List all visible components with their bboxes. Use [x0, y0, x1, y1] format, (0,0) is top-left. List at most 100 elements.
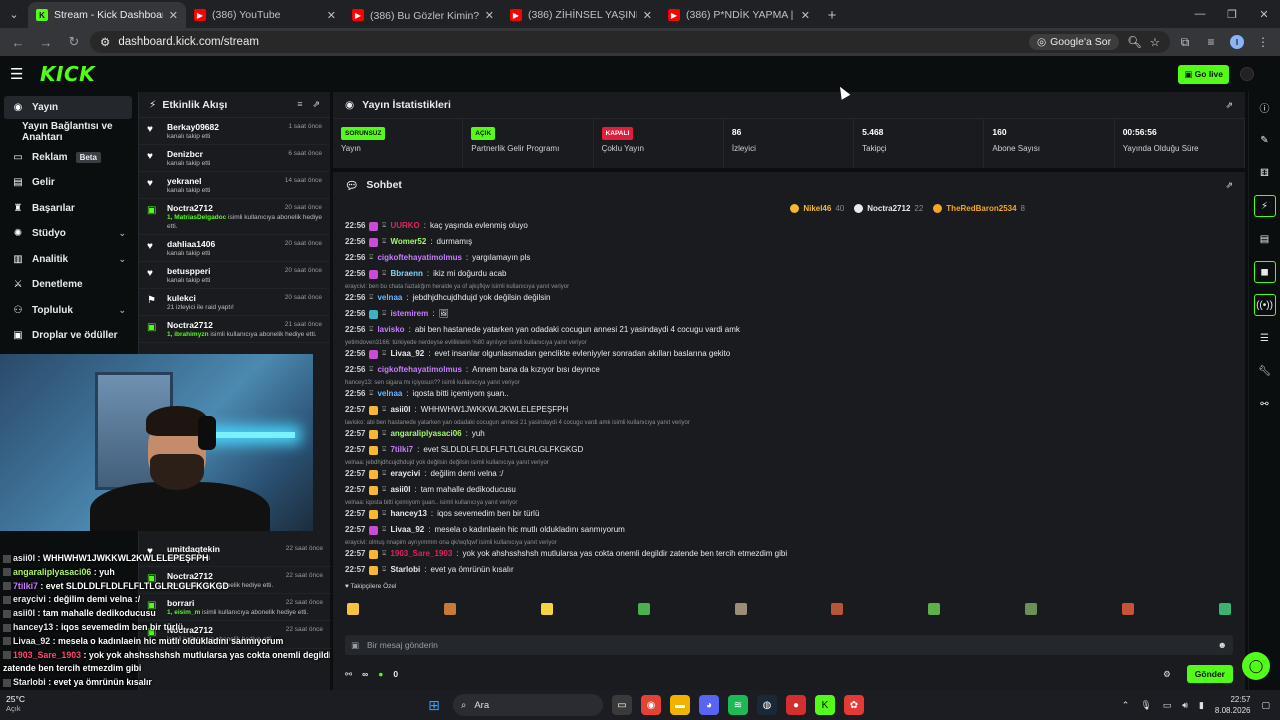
chat-message[interactable]: 22:57 ⌛︎ 1903_Sare_1903: yok yok ahshsshshs… — [345, 546, 1233, 562]
profile-avatar[interactable]: I — [1226, 31, 1248, 53]
close-window-icon[interactable]: ✕ — [1248, 0, 1280, 28]
emote-icon[interactable] — [1025, 603, 1038, 615]
chat-message[interactable]: 22:56 ⌛︎ lavisko: abi ben hastanede yatarke… — [345, 322, 1233, 338]
emote-icon[interactable] — [347, 603, 359, 615]
chat-message[interactable]: 22:56 ⌛︎ istemirem: 🖼 — [345, 306, 1233, 322]
kick-logo[interactable]: KICK — [40, 62, 95, 86]
obs-icon[interactable]: ● — [786, 695, 806, 715]
chat-username[interactable]: angaraliplyasaci06 — [390, 429, 461, 439]
layers-icon[interactable]: ☰ — [1254, 327, 1276, 349]
sidebar-item-moderation[interactable]: ⚔ Denetleme — [0, 272, 138, 298]
app-icon[interactable]: ✿ — [844, 695, 864, 715]
chat-username[interactable]: 7tilki7 — [390, 445, 413, 455]
chat-message[interactable]: 22:56 ⌛︎ UURKO: kaç yaşında evlenmiş oluyo — [345, 218, 1233, 234]
send-button[interactable]: Gönder — [1186, 665, 1233, 683]
chevron-up-icon[interactable]: ⌃ — [1122, 700, 1130, 711]
tab-search-icon[interactable]: ⌄ — [0, 0, 28, 28]
popout-icon[interactable]: ⇗ — [1225, 180, 1233, 191]
weather-widget[interactable]: 25°C Açık — [6, 694, 25, 714]
top-gifter[interactable]: TheRedBaron2534 8 — [933, 203, 1025, 213]
chat-username[interactable]: istemirem — [390, 309, 428, 319]
popout-icon[interactable]: ⇗ — [312, 99, 320, 110]
gamepad-icon[interactable]: ⚅ — [1254, 162, 1276, 184]
emote-icon[interactable] — [831, 603, 844, 615]
activity-row[interactable]: ▣ Noctra2712 1, MatriasDelgadoc isimli kul… — [139, 199, 330, 235]
activity-row[interactable]: ⚑ kulekci 21 izleyici ile raid yaptı! 20 sa… — [139, 289, 330, 316]
steam-icon[interactable]: ◍ — [757, 695, 777, 715]
chat-message[interactable]: 22:57 ⌛︎ eraycivi: değilim demi velna :/ — [345, 466, 1233, 482]
emote-icon[interactable] — [1122, 603, 1134, 615]
network-icon[interactable]: ▭ — [1163, 700, 1172, 711]
emote-icon[interactable] — [637, 603, 650, 615]
activity-row[interactable]: ♥ Berkay09682 kanalı takip etti 1 saat önce — [139, 118, 330, 146]
emoji-icon[interactable]: ☻ — [1218, 640, 1227, 650]
browser-tab-5[interactable]: ▶ (386) P*NDİK YAPMA | Madara ✕ — [660, 2, 818, 28]
chat-message[interactable]: 22:57 ⌛︎ hancey13: iqos sevemedim ben bir t… — [345, 506, 1233, 522]
close-tab-icon[interactable]: ✕ — [327, 9, 336, 22]
chat-message[interactable]: 22:57 ⌛︎ asii0l: WHHWHW1JWKKWL2KWLELEPEŞFPH — [345, 402, 1233, 418]
support-chat-button[interactable]: ◯ — [1242, 652, 1270, 680]
zoom-icon[interactable]: 🔍︎ — [1127, 35, 1142, 49]
task-view-icon[interactable]: ▭ — [612, 695, 632, 715]
file-explorer-icon[interactable]: ▬ — [670, 695, 690, 715]
back-icon[interactable]: ← — [6, 30, 30, 54]
user-avatar[interactable] — [1240, 67, 1254, 81]
battery-icon[interactable]: ▮ — [1199, 700, 1204, 711]
reload-icon[interactable]: ↻ — [62, 30, 86, 54]
info-icon[interactable]: ⓘ — [1254, 96, 1276, 118]
windows-start-icon[interactable]: ⊞ — [424, 695, 444, 715]
chat-username[interactable]: cigkoftehayatimolmus — [377, 253, 461, 263]
activity-row[interactable]: ♥ betuspperi kanalı takip etti 20 saat önce — [139, 262, 330, 289]
emote-icon[interactable] — [443, 603, 456, 615]
browser-tab-3[interactable]: ▶ (386) Bu Gözler Kimin? 👀 Ünlü ✕ — [344, 2, 502, 28]
share-icon[interactable]: ⚯ — [1254, 393, 1276, 415]
chat-message[interactable]: 22:57 ⌛︎ 7tilki7: evet SLDLDLFLDLFLFLTLGLRL… — [345, 442, 1233, 458]
taskbar-search[interactable]: ⌕ Ara — [453, 694, 603, 716]
bookmark-star-icon[interactable]: ☆ — [1150, 35, 1160, 49]
chat-username[interactable]: hancey13 — [390, 509, 426, 519]
chat-message[interactable]: 22:56 ⌛︎ Livaa_92: evet insanlar olgunlasma… — [345, 346, 1233, 362]
sidebar-item-stream-key[interactable]: Yayın Bağlantısı ve Anahtarı — [0, 119, 138, 145]
close-tab-icon[interactable]: ✕ — [169, 9, 178, 22]
chat-username[interactable]: Livaa_92 — [390, 349, 424, 359]
sidebar-item-drops[interactable]: ▣ Droplar ve ödüller — [0, 323, 138, 349]
sidebar-item-studio[interactable]: ✺ Stüdyo ⌄ — [0, 221, 138, 247]
chat-username[interactable]: UURKO — [390, 221, 419, 231]
chat-username[interactable]: cigkoftehayatimolmus — [377, 365, 461, 375]
volume-icon[interactable]: 🔊︎ — [1182, 700, 1188, 711]
chat-username[interactable]: lavisko — [377, 325, 404, 335]
emote-icon[interactable] — [540, 603, 553, 615]
chat-username[interactable]: velnaa — [377, 293, 402, 303]
sidebar-item-ads[interactable]: ▭ Reklam Beta — [0, 145, 138, 171]
chat-username[interactable]: velnaa — [377, 389, 402, 399]
chat-message[interactable]: 22:57 ⌛︎ Livaa_92: mesela o kadınlaein hic … — [345, 522, 1233, 538]
emote-icon[interactable] — [928, 603, 941, 615]
browser-menu-icon[interactable]: ⋮ — [1252, 31, 1274, 53]
activity-row[interactable]: ▣ Noctra2712 1, ibrahimyzn isimli kullanıc… — [139, 316, 330, 344]
chat-username[interactable]: asii0l — [390, 405, 410, 415]
chat-message[interactable]: 22:57 ⌛︎ asii0l: tam mahalle dedikoducusu — [345, 482, 1233, 498]
activity-row[interactable]: ♥ yekranel kanalı takip etti 14 saat önce — [139, 172, 330, 200]
chat-message[interactable]: 22:57 ⌛︎ angaraliplyasaci06: yuh — [345, 426, 1233, 442]
chat-username[interactable]: Livaa_92 — [390, 525, 424, 535]
chat-message[interactable]: 22:56 ⌛︎ velnaa: iqosta bitti içemiyom şuan… — [345, 386, 1233, 402]
address-bar[interactable]: ⚙ dashboard.kick.com/stream ◎ Google'a So… — [90, 31, 1170, 53]
sidebar-item-community[interactable]: ⚇ Topluluk ⌄ — [0, 298, 138, 324]
chat-username[interactable]: asii0l — [390, 485, 410, 495]
kick-app-icon[interactable]: K — [815, 695, 835, 715]
maximize-icon[interactable]: ❐ — [1216, 0, 1248, 28]
microphone-icon[interactable]: 🎙︎ — [1140, 700, 1151, 711]
sidebar-item-stream[interactable]: ◉ Yayın — [4, 96, 132, 119]
clock[interactable]: 22:57 8.08.2026 — [1215, 694, 1251, 716]
wrench-icon[interactable]: 🔧︎ — [1254, 360, 1276, 382]
chat-bubble-icon[interactable]: ◼ — [1253, 261, 1276, 283]
google-ask-button[interactable]: ◎ Google'a Sor — [1028, 34, 1120, 50]
chat-username[interactable]: eraycivi — [390, 469, 420, 479]
go-live-button[interactable]: ▣ Go live — [1178, 65, 1229, 84]
chat-message[interactable]: 22:56 ⌛︎ Bbraenn: ikiz mi doğurdu acab — [345, 266, 1233, 282]
chat-username[interactable]: 1903_Sare_1903 — [390, 549, 452, 559]
site-info-icon[interactable]: ⚙ — [100, 35, 110, 49]
close-tab-icon[interactable]: ✕ — [643, 9, 652, 22]
sidebar-item-analytics[interactable]: ▥ Analitik ⌄ — [0, 247, 138, 273]
chat-username[interactable]: Bbraenn — [390, 269, 422, 279]
